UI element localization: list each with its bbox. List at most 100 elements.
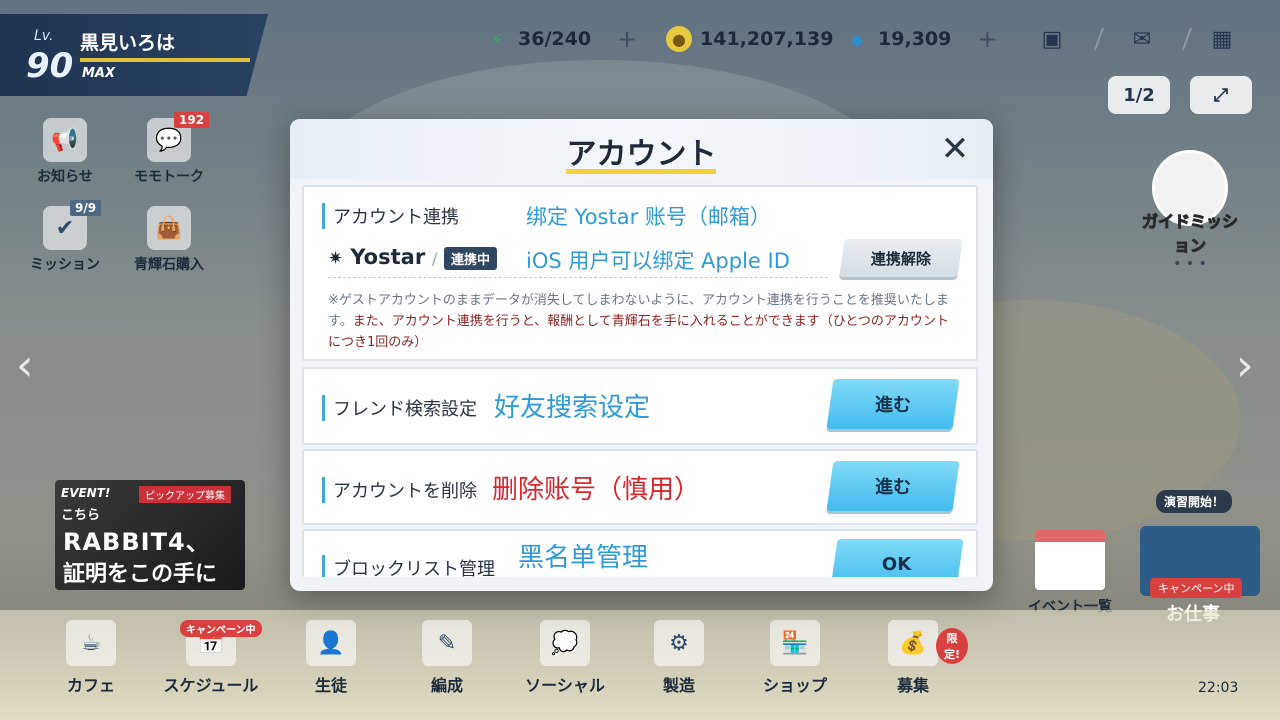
event-tag: EVENT! xyxy=(61,486,111,500)
delete-account-go-button[interactable]: 進む xyxy=(826,461,960,511)
max-label: MAX xyxy=(82,66,116,81)
megaphone-icon: 📢 xyxy=(43,118,87,162)
divider xyxy=(328,277,828,278)
notice-label: お知らせ xyxy=(37,169,93,185)
modal-scroll-area[interactable]: アカウント連携 绑定 Yostar 账号（邮箱） ✷ Yostar / 連携中 … xyxy=(302,185,982,577)
nav-social-label: ソーシャル xyxy=(525,676,605,695)
player-level-card[interactable]: Lv. 90 黒見いろは MAX xyxy=(0,14,268,96)
delete-account-label: アカウントを削除 xyxy=(322,477,477,503)
nav-craft[interactable]: ⚙ 製造 xyxy=(624,620,734,696)
nav-formation-label: 編成 xyxy=(430,676,463,695)
friend-search-go-button[interactable]: 進む xyxy=(826,379,960,429)
pickup-badge: ピックアップ募集 xyxy=(139,486,231,503)
event-list-button[interactable]: イベント一覧 xyxy=(1020,530,1120,616)
guide-mission-label: ガイドミッション xyxy=(1141,212,1238,256)
campaign-badge: キャンペーン中 xyxy=(180,620,262,637)
group-icon[interactable]: ▣ xyxy=(1032,22,1072,56)
block-list-cn-hint: 黑名单管理 xyxy=(518,543,649,573)
page-toggle-button[interactable]: 1/2 xyxy=(1108,76,1170,114)
clock: 22:03 xyxy=(1198,680,1239,696)
craft-device-icon: ⚙ xyxy=(654,620,704,666)
momotalk-label: モモトーク xyxy=(134,169,204,185)
social-chat-icon: 💭 xyxy=(540,620,590,666)
pyroxene-shop-label: 青輝石購入 xyxy=(134,257,204,273)
player-name: 黒見いろは xyxy=(80,32,176,54)
account-link-cn-hint: 绑定 Yostar 账号（邮箱） xyxy=(526,205,771,229)
pyroxene-plus-button[interactable]: + xyxy=(977,25,997,53)
account-link-cn-hint2: iOS 用户可以绑定 Apple ID xyxy=(526,249,790,273)
nav-shop[interactable]: 🏪 ショップ xyxy=(740,620,850,696)
calendar-icon xyxy=(1035,530,1105,590)
job-button[interactable]: 演習開始！ キャンペーン中 お仕事 xyxy=(1140,490,1260,625)
limited-badge: 限定! xyxy=(936,628,968,664)
close-icon[interactable]: ✕ xyxy=(937,129,973,169)
credits-value: 141,207,139 xyxy=(700,28,834,50)
chevron-right-icon[interactable]: › xyxy=(1236,340,1254,391)
modal-title: アカウント xyxy=(566,137,717,172)
campaign-badge: キャンペーン中 xyxy=(1150,578,1243,598)
credits-counter: ● 141,207,139 xyxy=(666,22,833,56)
shopping-bag-icon: 👜 xyxy=(147,206,191,250)
pyroxene-shop-button[interactable]: 👜 青輝石購入 xyxy=(124,206,214,274)
nav-cafe-label: カフェ xyxy=(66,676,115,695)
friend-search-label: フレンド検索設定 xyxy=(322,395,477,421)
pyroxene-value: 19,309 xyxy=(878,28,952,50)
mail-icon[interactable]: ✉ xyxy=(1122,22,1162,56)
title-underline xyxy=(566,169,716,174)
unlink-button[interactable]: 連携解除 xyxy=(839,239,963,277)
ok-label: OK xyxy=(882,553,912,575)
pyroxene-counter: ◆ 19,309 + xyxy=(844,22,998,56)
nav-recruit-label: 募集 xyxy=(896,676,929,695)
nav-schedule-label: スケジュール xyxy=(163,676,259,695)
exercise-start-badge: 演習開始！ xyxy=(1156,490,1233,513)
momotalk-button[interactable]: 💬 192 モモトーク xyxy=(124,112,214,186)
pagination-dots: • • • xyxy=(1173,256,1207,272)
guide-mission-button[interactable]: ガイドミッション • • • xyxy=(1140,150,1240,272)
nav-students[interactable]: 👤 生徒 xyxy=(276,620,386,696)
yostar-logo-icon: ✷ xyxy=(328,248,344,269)
student-card-icon: 👤 xyxy=(306,620,356,666)
block-list-label: ブロックリスト管理 xyxy=(322,555,495,577)
friend-search-cn-hint: 好友搜索设定 xyxy=(494,393,651,423)
event-title-line1: こちら xyxy=(61,508,101,523)
yostar-provider: Yostar xyxy=(350,245,426,269)
lightning-icon: ⚡ xyxy=(491,29,503,49)
coin-icon: ● xyxy=(666,26,692,52)
expand-icon[interactable]: ⤢ xyxy=(1190,76,1252,114)
modal-header: アカウント ✕ xyxy=(290,119,993,179)
nav-recruit[interactable]: 限定! 💰 募集 xyxy=(858,620,968,696)
nav-social[interactable]: 💭 ソーシャル xyxy=(510,620,620,696)
level-value: 90 xyxy=(26,46,74,86)
nav-cafe[interactable]: ☕ カフェ xyxy=(36,620,146,696)
note-red: また、アカウント連携を行うと、報酬として青輝石を手に入れることができます（ひとつ… xyxy=(328,314,949,350)
delete-account-panel: アカウントを削除 删除账号（慎用） 進む xyxy=(302,449,978,525)
ap-counter: ⚡ 36/240 + xyxy=(484,22,637,56)
yostar-label: ✷ Yostar xyxy=(328,245,425,269)
chevron-left-icon[interactable]: ‹ xyxy=(16,340,34,391)
nav-students-label: 生徒 xyxy=(314,676,347,695)
coffee-cup-icon: ☕ xyxy=(66,620,116,666)
notice-button[interactable]: 📢 お知らせ xyxy=(20,118,110,186)
event-title-line3: 証明をこの手に xyxy=(63,562,218,587)
event-banner[interactable]: EVENT! ピックアップ募集 こちら RABBIT4、 証明をこの手に xyxy=(55,480,245,590)
go-label: 進む xyxy=(875,395,911,416)
nav-formation[interactable]: ✎ 編成 xyxy=(392,620,502,696)
account-link-label: アカウント連携 xyxy=(322,203,459,229)
unlink-label: 連携解除 xyxy=(870,249,931,268)
gem-icon: ◆ xyxy=(850,29,864,49)
grid-menu-icon[interactable]: ▦ xyxy=(1202,22,1242,56)
nav-schedule[interactable]: キャンペーン中 📅 スケジュール xyxy=(156,620,266,696)
block-list-ok-button[interactable]: OK xyxy=(830,539,964,577)
block-list-panel: ブロックリスト管理 黑名单管理 OK xyxy=(302,529,978,577)
exp-bar xyxy=(80,58,250,62)
mission-button[interactable]: ✔ 9/9 ミッション xyxy=(20,200,110,274)
linked-status-badge: 連携中 xyxy=(444,247,498,270)
ap-plus-button[interactable]: + xyxy=(617,25,637,53)
friend-search-panel: フレンド検索設定 好友搜索设定 進む xyxy=(302,367,978,445)
ap-value: 36/240 xyxy=(518,28,592,50)
event-title-line2: RABBIT4、 xyxy=(63,528,211,556)
account-link-panel: アカウント連携 绑定 Yostar 账号（邮箱） ✷ Yostar / 連携中 … xyxy=(302,185,978,361)
shop-icon: 🏪 xyxy=(770,620,820,666)
formation-icon: ✎ xyxy=(422,620,472,666)
mission-label: ミッション xyxy=(30,257,100,273)
